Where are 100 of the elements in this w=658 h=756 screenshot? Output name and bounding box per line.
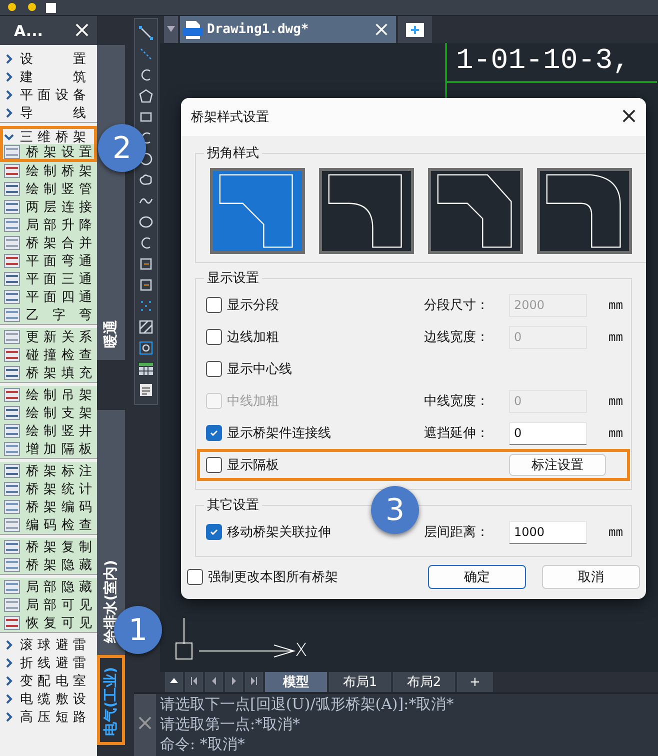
- group-title: 显示设置: [206, 270, 260, 287]
- tool-icon: [4, 424, 20, 438]
- dialog-button[interactable]: 确定: [428, 565, 526, 589]
- last-button[interactable]: [245, 672, 263, 692]
- tool-icon: [4, 388, 20, 402]
- category-item[interactable]: 三维桥架: [0, 126, 97, 144]
- checkbox[interactable]: 显示分段: [206, 296, 424, 314]
- first-button[interactable]: [185, 672, 203, 692]
- layout-tab[interactable]: 布局1: [329, 672, 391, 692]
- number-field[interactable]: 0: [509, 422, 587, 444]
- table-tool-icon[interactable]: [138, 361, 154, 377]
- add-layout-button[interactable]: +: [457, 672, 493, 692]
- tool-item[interactable]: 绘制支架: [0, 404, 97, 422]
- tool-item[interactable]: 桥架设置: [0, 144, 97, 162]
- tool-icon: [4, 308, 20, 322]
- tool-item[interactable]: 平面弯通: [0, 252, 97, 270]
- tool-item[interactable]: 桥架编码: [0, 498, 97, 516]
- side-tab[interactable]: 电气(工业): [97, 655, 125, 745]
- close-icon: [622, 109, 636, 123]
- next-button[interactable]: [225, 672, 243, 692]
- close-icon: [75, 22, 89, 36]
- tool-item[interactable]: 绘制吊架: [0, 386, 97, 404]
- field-label: 层间距离：: [424, 524, 490, 541]
- tool-item[interactable]: 桥架标注: [0, 462, 97, 480]
- tool-item[interactable]: 平面四通: [0, 288, 97, 306]
- square-icon[interactable]: [46, 2, 56, 12]
- document-tab[interactable]: Drawing1.dwg*: [180, 16, 396, 43]
- command-line: 命令: *取消*: [160, 734, 246, 754]
- dashed-line-tool-icon[interactable]: [138, 46, 154, 62]
- field-label: 分段尺寸：: [424, 297, 490, 314]
- points-tool-icon[interactable]: [138, 298, 154, 314]
- tool-item[interactable]: 桥架填充: [0, 364, 97, 382]
- tick-icon: [209, 527, 219, 537]
- tool-item[interactable]: 乙字弯: [0, 306, 97, 324]
- tool-item[interactable]: 局部隐藏: [0, 578, 97, 596]
- tool-item[interactable]: 平面三通: [0, 270, 97, 288]
- panel-title: A...: [14, 22, 43, 40]
- unit-label: mm: [608, 330, 623, 344]
- tool-item[interactable]: 恢复可见: [0, 614, 97, 632]
- close-icon: [138, 716, 152, 730]
- collapse-button[interactable]: [165, 672, 183, 692]
- close-icon: [375, 23, 388, 36]
- bulb-icon[interactable]: [26, 2, 38, 14]
- tool-icon: [4, 254, 20, 268]
- corner-style-option[interactable]: [537, 168, 632, 254]
- checkbox[interactable]: 显示中心线: [206, 360, 424, 378]
- checkbox[interactable]: 显示桥架件连接线: [206, 424, 424, 442]
- checkbox[interactable]: 显示隔板: [206, 456, 424, 474]
- new-tab-button[interactable]: [398, 16, 432, 43]
- label-settings-button[interactable]: 标注设置: [509, 454, 606, 476]
- axis-label: X: [295, 640, 308, 661]
- bulb-icon[interactable]: [6, 2, 18, 14]
- tool-item[interactable]: 增加隔板: [0, 440, 97, 458]
- corner-style-option[interactable]: [428, 168, 523, 254]
- group-title: 其它设置: [206, 497, 260, 514]
- tab-list-button[interactable]: [164, 16, 178, 43]
- command-line: 请选取下一点[回退(U)/弧形桥架(A)]:*取消*: [160, 694, 454, 714]
- tool-item[interactable]: 绘制竖井: [0, 422, 97, 440]
- tool-icon: [4, 366, 20, 380]
- cloud-tool-icon[interactable]: [138, 172, 154, 188]
- dialog-button[interactable]: 取消: [542, 565, 640, 589]
- checkbox[interactable]: 强制更改本图所有桥架: [187, 568, 338, 586]
- tool-item[interactable]: 桥架复制: [0, 538, 97, 556]
- tool-icon: [4, 598, 20, 612]
- hatch-tool-icon[interactable]: [138, 319, 154, 335]
- line-tool-icon[interactable]: [138, 25, 154, 41]
- tool-icon: [4, 616, 20, 630]
- tool-icon: [4, 558, 20, 572]
- tool-item[interactable]: 碰撞检查: [0, 346, 97, 364]
- tool-item[interactable]: 编码检查: [0, 516, 97, 534]
- field-label: 边线宽度：: [424, 329, 490, 346]
- unit-label: mm: [608, 394, 623, 408]
- number-field[interactable]: 1000: [509, 520, 587, 544]
- checkbox[interactable]: 边线加粗: [206, 328, 424, 346]
- tool-icon: [4, 236, 20, 250]
- tool-icon: [4, 164, 20, 178]
- tool-item[interactable]: 绘制桥架: [0, 162, 97, 180]
- ellipse-tool-icon[interactable]: [138, 214, 154, 230]
- tool-item[interactable]: 局部升降: [0, 216, 97, 234]
- pentagon-tool-icon[interactable]: [138, 88, 154, 104]
- tool-item[interactable]: 桥架合并: [0, 234, 97, 252]
- block-tool-icon[interactable]: [138, 277, 154, 293]
- tool-item[interactable]: 更新关系: [0, 328, 97, 346]
- tool-item[interactable]: 局部可见: [0, 596, 97, 614]
- tool-icon: [4, 348, 20, 362]
- layout-tab[interactable]: 布局2: [393, 672, 455, 692]
- tool-icon: [4, 518, 20, 532]
- field-label: 遮挡延伸：: [424, 425, 490, 442]
- tool-item[interactable]: 两层连接: [0, 198, 97, 216]
- block-tool-icon[interactable]: [138, 256, 154, 272]
- layout-tab[interactable]: 模型: [265, 672, 327, 692]
- tool-item[interactable]: 桥架统计: [0, 480, 97, 498]
- tool-item[interactable]: 绘制竖管: [0, 180, 97, 198]
- corner-style-option[interactable]: [319, 168, 414, 254]
- tool-item[interactable]: 桥架隐藏: [0, 556, 97, 574]
- text-tool-icon[interactable]: [138, 382, 154, 398]
- unit-label: mm: [608, 525, 623, 539]
- region-tool-icon[interactable]: [138, 340, 154, 356]
- previous-button[interactable]: [205, 672, 223, 692]
- group-title: 拐角样式: [206, 145, 260, 162]
